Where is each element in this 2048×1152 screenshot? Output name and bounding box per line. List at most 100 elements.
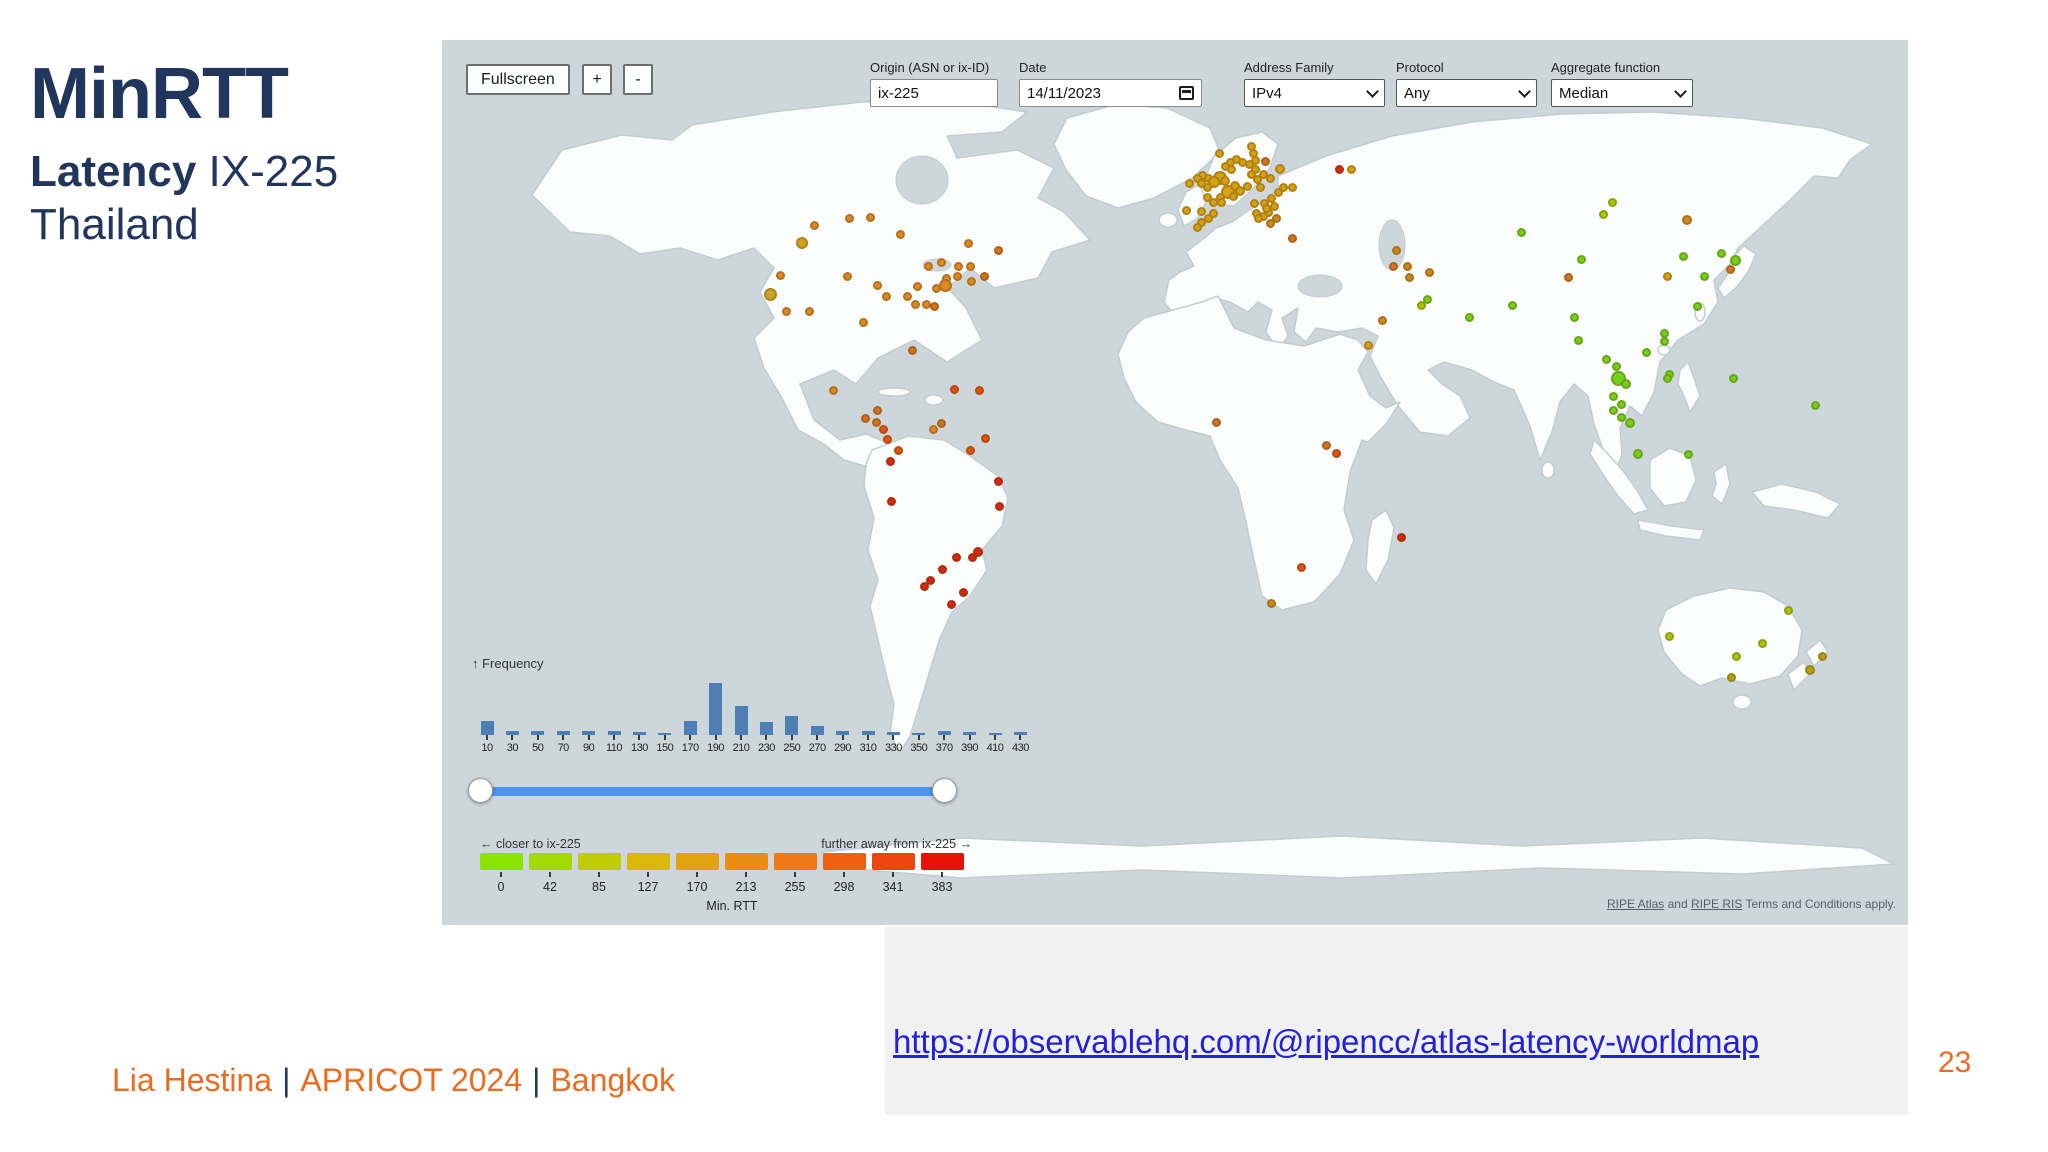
probe-dot: [928, 424, 938, 434]
probe-dot: [1388, 261, 1398, 271]
zoom-in-button[interactable]: +: [582, 64, 612, 95]
histogram-x-label: 230: [757, 742, 775, 754]
histogram-tick: [536, 735, 539, 740]
attribution-text: and: [1664, 897, 1691, 911]
histogram-tick: [562, 735, 565, 740]
aggregate-function-field: Aggregate function Median: [1551, 60, 1693, 107]
probe-dot: [953, 261, 963, 271]
probe-dot: [1699, 271, 1709, 281]
probe-dot: [1184, 178, 1194, 188]
probe-dot: [1244, 159, 1254, 169]
probe-dot: [1216, 197, 1226, 207]
histogram-tick: [714, 735, 717, 740]
histogram-tick: [689, 735, 692, 740]
probe-dot: [1662, 373, 1672, 383]
probe-dot: [1731, 651, 1741, 661]
probe-dot: [952, 271, 962, 281]
probe-dot: [1202, 182, 1212, 192]
page-title: MinRTT: [30, 54, 289, 134]
address-family-label: Address Family: [1244, 60, 1334, 75]
histogram-bar: [785, 716, 799, 735]
legend-swatch: [725, 853, 768, 870]
probe-dot: [993, 476, 1003, 486]
probe-dot: [965, 261, 975, 271]
legend-tick: [941, 872, 943, 877]
address-family-select[interactable]: IPv4: [1244, 79, 1385, 107]
histogram-tick: [943, 735, 946, 740]
probe-dot: [1641, 347, 1651, 357]
probe-dot: [1404, 272, 1414, 282]
probe-dot: [929, 301, 939, 311]
probe-dot: [1214, 148, 1224, 158]
probe-dot: [1211, 417, 1221, 427]
probe-dot: [809, 220, 819, 230]
probe-dot: [1346, 164, 1356, 174]
histogram-x-label: 430: [1011, 742, 1029, 754]
chevron-down-icon: [1518, 84, 1531, 98]
fullscreen-button[interactable]: Fullscreen: [466, 64, 570, 95]
histogram-x-label: 370: [935, 742, 953, 754]
protocol-select[interactable]: Any: [1396, 79, 1537, 107]
protocol-value: Any: [1404, 84, 1430, 102]
probe-dot: [842, 271, 852, 281]
probe-dot: [1563, 272, 1573, 282]
ripe-ris-link[interactable]: RIPE RIS: [1691, 897, 1742, 911]
probe-dot: [886, 496, 896, 506]
origin-input[interactable]: [870, 79, 998, 107]
probe-dot: [1616, 412, 1626, 422]
histogram-x-label: 70: [557, 742, 570, 754]
rtt-range-slider-track[interactable]: [480, 787, 944, 796]
histogram-tick: [968, 735, 971, 740]
histogram-tick: [994, 735, 996, 740]
subtitle: Latency IX-225 Thailand: [30, 146, 338, 252]
frequency-axis-label: ↑ Frequency: [472, 656, 544, 671]
probe-dot: [1683, 449, 1693, 459]
title-block: MinRTT Latency IX-225 Thailand: [30, 58, 338, 252]
histogram-x-label: 170: [681, 742, 699, 754]
aggregate-function-select[interactable]: Median: [1551, 79, 1693, 107]
probe-dot: [993, 245, 1003, 255]
observable-link[interactable]: https://observablehq.com/@ripencc/atlas-…: [893, 1023, 1759, 1061]
legend-tick: [500, 872, 502, 877]
histogram-bar: [709, 683, 723, 735]
legend-swatch: [823, 853, 866, 870]
legend-tick: [696, 872, 698, 877]
calendar-icon[interactable]: [1179, 86, 1194, 100]
attribution-text: Terms and Conditions apply.: [1742, 897, 1896, 911]
probe-dot: [1271, 213, 1281, 223]
histogram-x-label: 270: [808, 742, 826, 754]
probe-dot: [937, 564, 947, 574]
probe-dot: [980, 433, 990, 443]
probe-dot: [860, 413, 870, 423]
subtitle-bold: Latency: [30, 147, 197, 196]
probe-dot: [1678, 251, 1688, 261]
probe-dot: [974, 385, 984, 395]
histogram-tick: [486, 735, 488, 740]
probe-dot: [781, 306, 791, 316]
probe-dot: [1507, 300, 1517, 310]
subtitle-rest: IX-225: [196, 147, 339, 196]
zoom-out-button[interactable]: -: [623, 64, 653, 95]
histogram-tick: [740, 735, 742, 740]
probe-dot: [1253, 213, 1263, 223]
address-family-value: IPv4: [1252, 84, 1283, 102]
probe-dot: [1192, 222, 1202, 232]
legend-swatch: [921, 853, 964, 870]
legend-right-label: further away from ix-225 →: [821, 837, 972, 851]
probe-dot: [1255, 182, 1265, 192]
histogram-tick: [663, 735, 666, 740]
histogram-tick: [841, 735, 844, 740]
histogram-x-label: 150: [656, 742, 674, 754]
slider-handle-right[interactable]: [932, 778, 957, 803]
ripe-atlas-link[interactable]: RIPE Atlas: [1607, 897, 1664, 911]
probe-dot: [828, 385, 838, 395]
legend-value: 298: [833, 880, 855, 894]
probe-dot: [1287, 182, 1297, 192]
histogram-x-label: 130: [630, 742, 648, 754]
date-input[interactable]: 14/11/2023: [1019, 79, 1202, 107]
slider-handle-left[interactable]: [468, 778, 493, 803]
probe-dot: [1391, 245, 1401, 255]
probe-dot: [1729, 254, 1741, 266]
legend-value: 341: [882, 880, 904, 894]
probe-dot: [1716, 248, 1726, 258]
